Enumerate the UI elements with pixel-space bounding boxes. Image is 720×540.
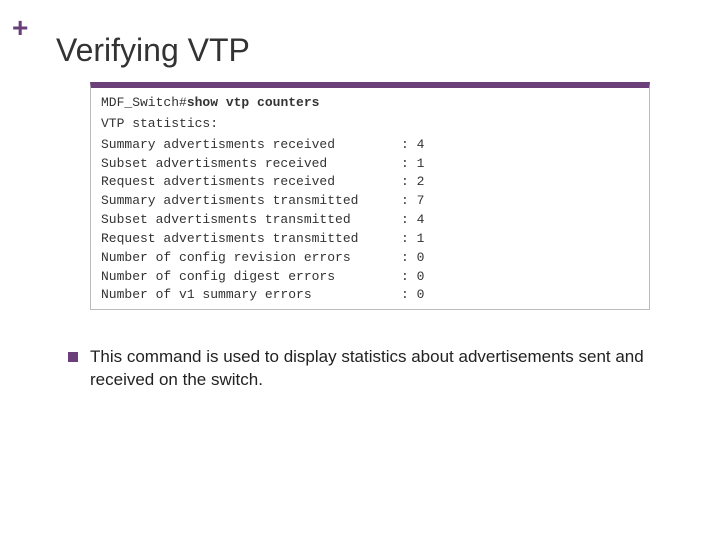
bullet-item: This command is used to display statisti…	[68, 346, 690, 392]
stat-row: Summary advertisments transmitted : 7	[101, 192, 639, 211]
stat-label: Request advertisments received	[101, 173, 401, 192]
stat-value: : 0	[401, 268, 441, 287]
terminal-command: show vtp counters	[187, 95, 320, 110]
stat-value: : 0	[401, 249, 441, 268]
bullet-text: This command is used to display statisti…	[90, 346, 690, 392]
stat-label: Number of config digest errors	[101, 268, 401, 287]
stat-value: : 1	[401, 230, 441, 249]
stat-label: Subset advertisments transmitted	[101, 211, 401, 230]
stat-label: Summary advertisments received	[101, 136, 401, 155]
terminal-prompt-line: MDF_Switch#show vtp counters	[101, 94, 639, 113]
stat-value: : 4	[401, 211, 441, 230]
stat-row: Number of config revision errors : 0	[101, 249, 639, 268]
stat-value: : 4	[401, 136, 441, 155]
stat-label: Number of config revision errors	[101, 249, 401, 268]
stat-row: Subset advertisments transmitted : 4	[101, 211, 639, 230]
stat-label: Summary advertisments transmitted	[101, 192, 401, 211]
stat-label: Subset advertisments received	[101, 155, 401, 174]
plus-icon: +	[12, 18, 36, 42]
stat-label: Number of v1 summary errors	[101, 286, 401, 305]
terminal-prompt: MDF_Switch#	[101, 95, 187, 110]
stat-label: Request advertisments transmitted	[101, 230, 401, 249]
stat-row: Subset advertisments received : 1	[101, 155, 639, 174]
stat-value: : 0	[401, 286, 441, 305]
terminal-output: MDF_Switch#show vtp counters VTP statist…	[90, 82, 650, 310]
stat-value: : 1	[401, 155, 441, 174]
square-bullet-icon	[68, 352, 78, 362]
stat-row: Number of config digest errors : 0	[101, 268, 639, 287]
terminal-stats-header: VTP statistics:	[101, 115, 639, 134]
stat-row: Request advertisments transmitted : 1	[101, 230, 639, 249]
stat-value: : 7	[401, 192, 441, 211]
stat-row: Request advertisments received : 2	[101, 173, 639, 192]
stat-row: Summary advertisments received : 4	[101, 136, 639, 155]
stat-row: Number of v1 summary errors : 0	[101, 286, 639, 305]
stat-value: : 2	[401, 173, 441, 192]
page-title: Verifying VTP	[56, 32, 250, 69]
